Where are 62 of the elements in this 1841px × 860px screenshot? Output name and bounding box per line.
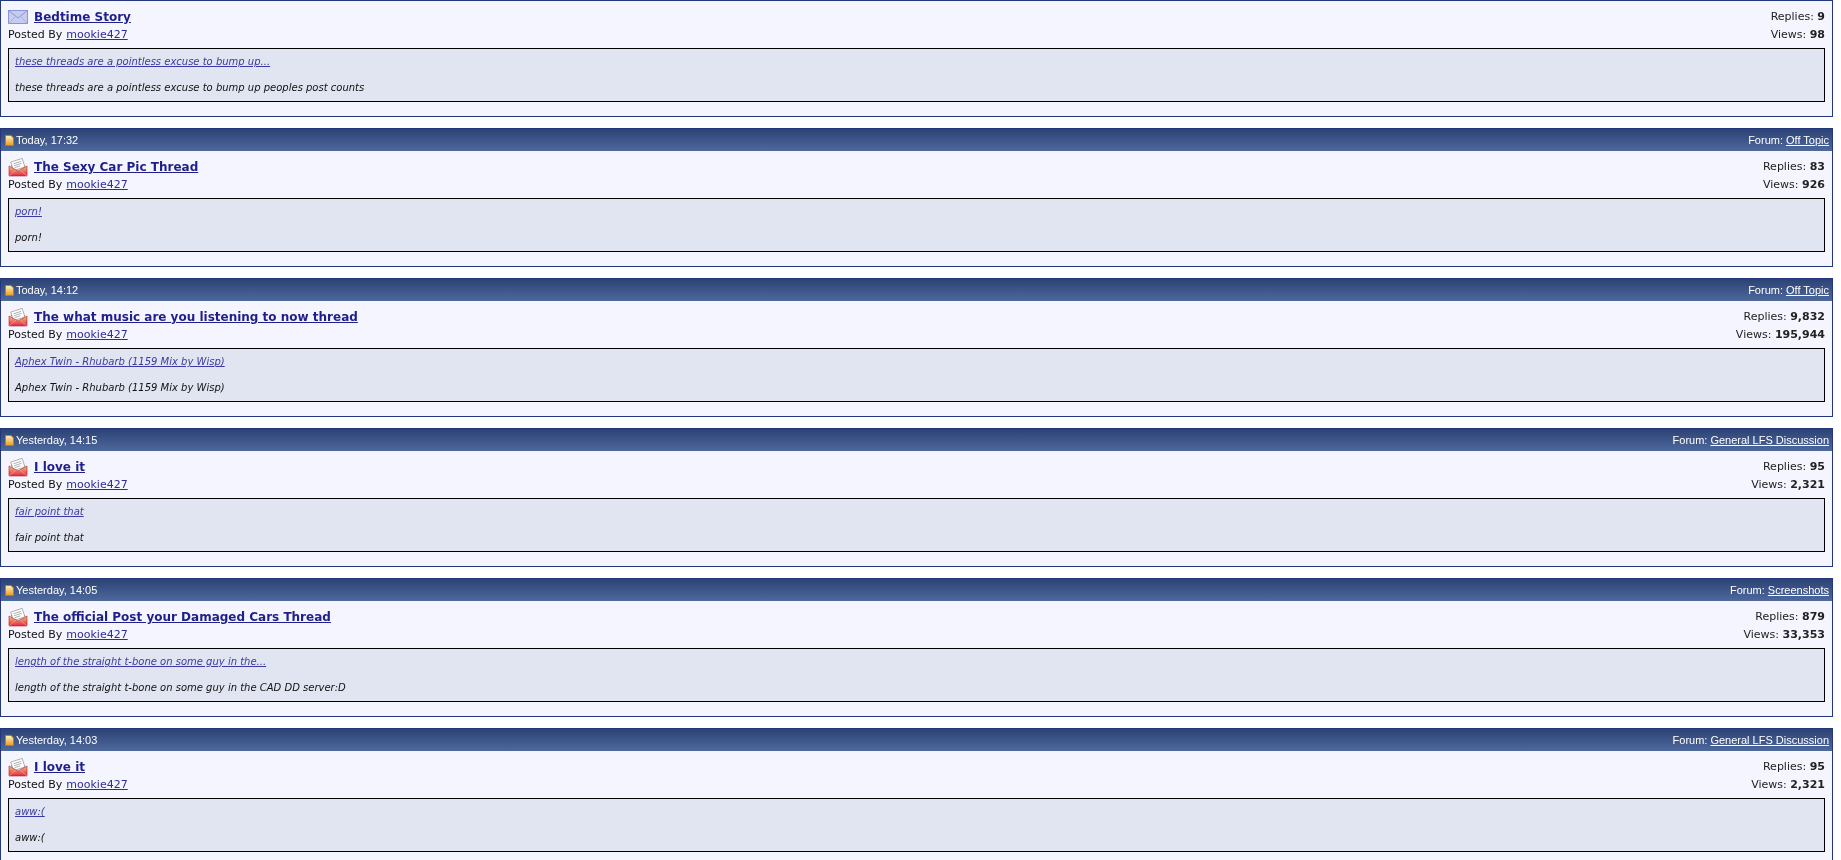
views-stat: Views: 98 (1770, 28, 1825, 42)
replies-stat: Replies: 95 (1762, 760, 1825, 774)
forum-link[interactable]: Screenshots (1767, 583, 1829, 597)
preview-text: porn! (15, 231, 42, 245)
posted-by-label: Posted By (8, 178, 63, 192)
thread-title-link[interactable]: The what music are you listening to now thread (34, 309, 358, 325)
author-link[interactable]: mookie427 (66, 178, 128, 192)
post-date: Today, 14:12 (16, 283, 79, 297)
preview-link[interactable]: porn! (15, 205, 42, 219)
post-date: Yesterday, 14:15 (16, 433, 98, 447)
replies-stat: Replies: 879 (1755, 610, 1825, 624)
forum-label: Forum: (1748, 283, 1783, 297)
thread-title-link[interactable]: I love it (34, 459, 85, 475)
forum-link[interactable]: General LFS Discussion (1710, 433, 1829, 447)
preview-text: length of the straight t-bone on some guy in the CAD DD server:D (15, 681, 346, 695)
thread-title-link[interactable]: The official Post your Damaged Cars Thread (34, 609, 331, 625)
preview-link[interactable]: aww:( (15, 805, 45, 819)
author-link[interactable]: mookie427 (66, 328, 128, 342)
forum-link[interactable]: Off Topic (1786, 283, 1829, 297)
document-icon (5, 134, 14, 146)
document-icon (5, 434, 14, 446)
forum-label: Forum: (1730, 583, 1765, 597)
preview-link[interactable]: length of the straight t-bone on some guy in the... (15, 655, 267, 669)
views-stat: Views: 2,321 (1751, 478, 1825, 492)
posted-by-label: Posted By (8, 778, 63, 792)
preview-link[interactable]: fair point that (15, 505, 84, 519)
forum-label: Forum: (1748, 133, 1783, 147)
replies-stat: Replies: 95 (1762, 460, 1825, 474)
thread-title-link[interactable]: The Sexy Car Pic Thread (34, 159, 199, 175)
preview-link[interactable]: Aphex Twin - Rhubarb (1159 Mix by Wisp) (15, 355, 225, 369)
posted-by-label: Posted By (8, 328, 63, 342)
thread-title-link[interactable]: I love it (34, 759, 85, 775)
author-link[interactable]: mookie427 (66, 628, 128, 642)
preview-text: aww:( (15, 831, 45, 845)
views-stat: Views: 2,321 (1751, 778, 1825, 792)
replies-stat: Replies: 83 (1762, 160, 1825, 174)
posted-by-label: Posted By (8, 28, 63, 42)
views-stat: Views: 926 (1763, 178, 1825, 192)
preview-text: Aphex Twin - Rhubarb (1159 Mix by Wisp) (15, 381, 225, 395)
preview-text: fair point that (15, 531, 84, 545)
posted-by-label: Posted By (8, 478, 63, 492)
document-icon (5, 284, 14, 296)
document-icon (5, 584, 14, 596)
preview-link[interactable]: these threads are a pointless excuse to bump up... (15, 55, 271, 69)
forum-link[interactable]: General LFS Discussion (1710, 733, 1829, 747)
document-icon (5, 734, 14, 746)
posted-by-label: Posted By (8, 628, 63, 642)
forum-label: Forum: (1672, 733, 1708, 747)
post-date: Yesterday, 14:05 (16, 583, 98, 597)
views-stat: Views: 195,944 (1735, 328, 1825, 342)
author-link[interactable]: mookie427 (66, 778, 128, 792)
author-link[interactable]: mookie427 (66, 28, 128, 42)
thread-title-link[interactable]: Bedtime Story (34, 9, 131, 25)
forum-link[interactable]: Off Topic (1786, 133, 1829, 147)
views-stat: Views: 33,353 (1743, 628, 1825, 642)
preview-text: these threads are a pointless excuse to bump up peoples post counts (15, 81, 365, 95)
author-link[interactable]: mookie427 (66, 478, 128, 492)
replies-stat: Replies: 9,832 (1743, 310, 1825, 324)
forum-label: Forum: (1672, 433, 1708, 447)
post-date: Today, 17:32 (16, 133, 79, 147)
post-date: Yesterday, 14:03 (16, 733, 98, 747)
replies-stat: Replies: 9 (1770, 10, 1825, 24)
